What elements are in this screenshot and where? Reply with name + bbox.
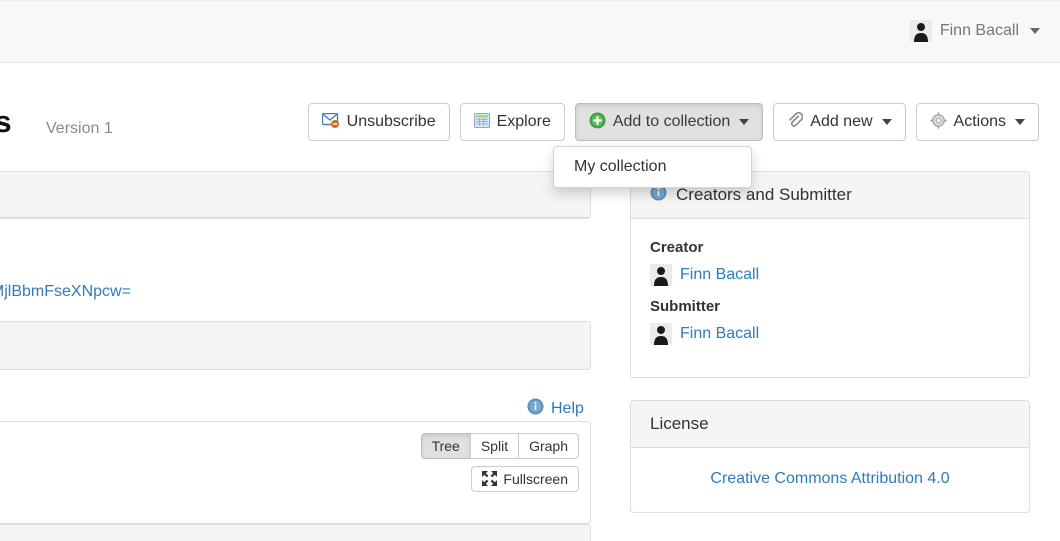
help-label: Help <box>551 400 584 417</box>
creators-submitter-body: Creator Finn Bacall Submitter Finn Bacal… <box>631 219 1029 377</box>
creators-submitter-panel: Creators and Submitter Creator Finn Baca… <box>630 171 1030 378</box>
user-menu[interactable]: Finn Bacall <box>909 20 1040 42</box>
app-page: Finn Bacall is Version 1 Unsubscribe <box>0 0 1060 541</box>
view-mode-tree-button[interactable]: Tree <box>420 433 471 459</box>
fullscreen-label: Fullscreen <box>503 471 568 487</box>
viewer-controls: Tree Split Graph Fullscreen <box>420 433 579 492</box>
content-placeholder-box <box>0 321 591 370</box>
identifier-link[interactable]: 1MjlBbmFseXNpcw= <box>0 283 131 301</box>
chevron-down-icon <box>739 119 750 125</box>
creators-submitter-title: Creators and Submitter <box>676 185 852 204</box>
chevron-down-icon <box>881 119 892 125</box>
license-panel-title: License <box>650 414 709 433</box>
dropdown-item-my-collection[interactable]: My collection <box>554 153 751 181</box>
page-title: is <box>0 104 12 139</box>
license-panel: License Creative Commons Attribution 4.0 <box>630 400 1030 513</box>
unsubscribe-label: Unsubscribe <box>346 113 436 130</box>
submitter-person-row[interactable]: Finn Bacall <box>650 323 1010 345</box>
user-avatar-icon <box>650 264 672 286</box>
chevron-down-icon <box>1030 28 1040 34</box>
action-toolbar: Unsubscribe Explore Add to collection Ad… <box>307 103 1039 141</box>
info-circle-icon <box>527 398 544 420</box>
submitter-label: Submitter <box>650 298 721 315</box>
license-panel-body: Creative Commons Attribution 4.0 <box>631 448 1029 512</box>
actions-button[interactable]: Actions <box>915 103 1039 141</box>
spreadsheet-icon <box>473 112 490 132</box>
submitter-name-link[interactable]: Finn Bacall <box>680 325 759 343</box>
mail-unsubscribe-icon <box>321 112 340 132</box>
version-label: Version 1 <box>46 120 113 137</box>
user-avatar-icon <box>909 20 932 42</box>
license-link[interactable]: Creative Commons Attribution 4.0 <box>710 470 949 487</box>
chevron-down-icon <box>1015 119 1025 125</box>
right-sidebar: Creators and Submitter Creator Finn Baca… <box>630 171 1030 535</box>
help-link[interactable]: Help <box>527 398 584 420</box>
bottom-panel-header <box>0 524 591 541</box>
fullscreen-button[interactable]: Fullscreen <box>471 466 579 492</box>
top-navbar: Finn Bacall <box>0 0 1060 63</box>
view-mode-button-group: Tree Split Graph <box>420 433 579 459</box>
explore-button[interactable]: Explore <box>459 103 565 141</box>
main-content-column <box>0 171 591 219</box>
fullscreen-expand-icon <box>482 470 498 488</box>
user-name-label: Finn Bacall <box>939 22 1019 39</box>
view-mode-graph-button[interactable]: Graph <box>518 433 579 459</box>
viewer-panel: Tree Split Graph Fullscreen <box>0 421 591 524</box>
creator-person-row[interactable]: Finn Bacall <box>650 264 1010 286</box>
green-plus-circle-icon <box>589 112 606 133</box>
creator-label: Creator <box>650 239 704 256</box>
unsubscribe-button[interactable]: Unsubscribe <box>307 103 450 141</box>
add-new-button[interactable]: Add new <box>773 103 906 141</box>
main-panel <box>0 171 591 219</box>
paperclip-icon <box>787 112 804 132</box>
gear-icon <box>929 111 947 133</box>
user-avatar-icon <box>650 323 672 345</box>
creator-name-link[interactable]: Finn Bacall <box>680 266 759 284</box>
add-new-label: Add new <box>810 113 873 130</box>
main-panel-header <box>0 172 590 218</box>
actions-label: Actions <box>953 113 1006 130</box>
view-mode-split-button[interactable]: Split <box>469 433 520 459</box>
add-to-collection-label: Add to collection <box>612 113 731 130</box>
explore-label: Explore <box>496 113 551 130</box>
add-to-collection-dropdown: My collection <box>553 146 752 188</box>
license-panel-header: License <box>631 401 1029 448</box>
add-to-collection-button[interactable]: Add to collection <box>574 103 764 141</box>
